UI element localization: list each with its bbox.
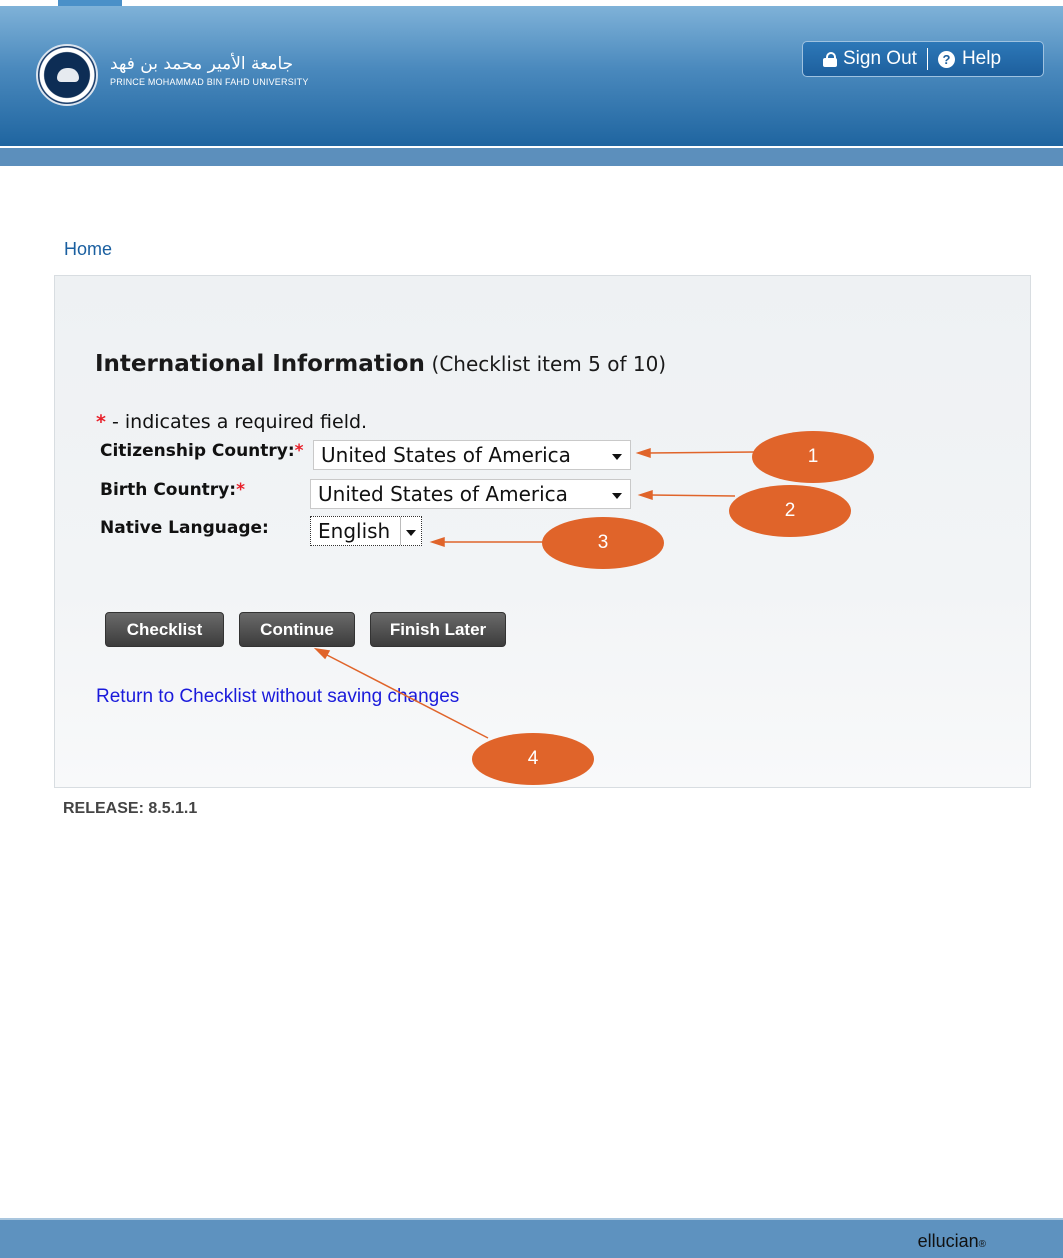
callout-2: 2 <box>729 485 851 537</box>
ellucian-brand: ellucian <box>917 1231 979 1251</box>
callout-3: 3 <box>542 517 664 569</box>
ellucian-logo: ellucian® <box>918 1231 986 1252</box>
callout-1: 1 <box>752 431 874 483</box>
annotation-arrows <box>313 447 756 739</box>
callout-4: 4 <box>472 733 594 785</box>
registered-mark: ® <box>978 1239 986 1250</box>
footer: ellucian® <box>0 1218 1063 1258</box>
